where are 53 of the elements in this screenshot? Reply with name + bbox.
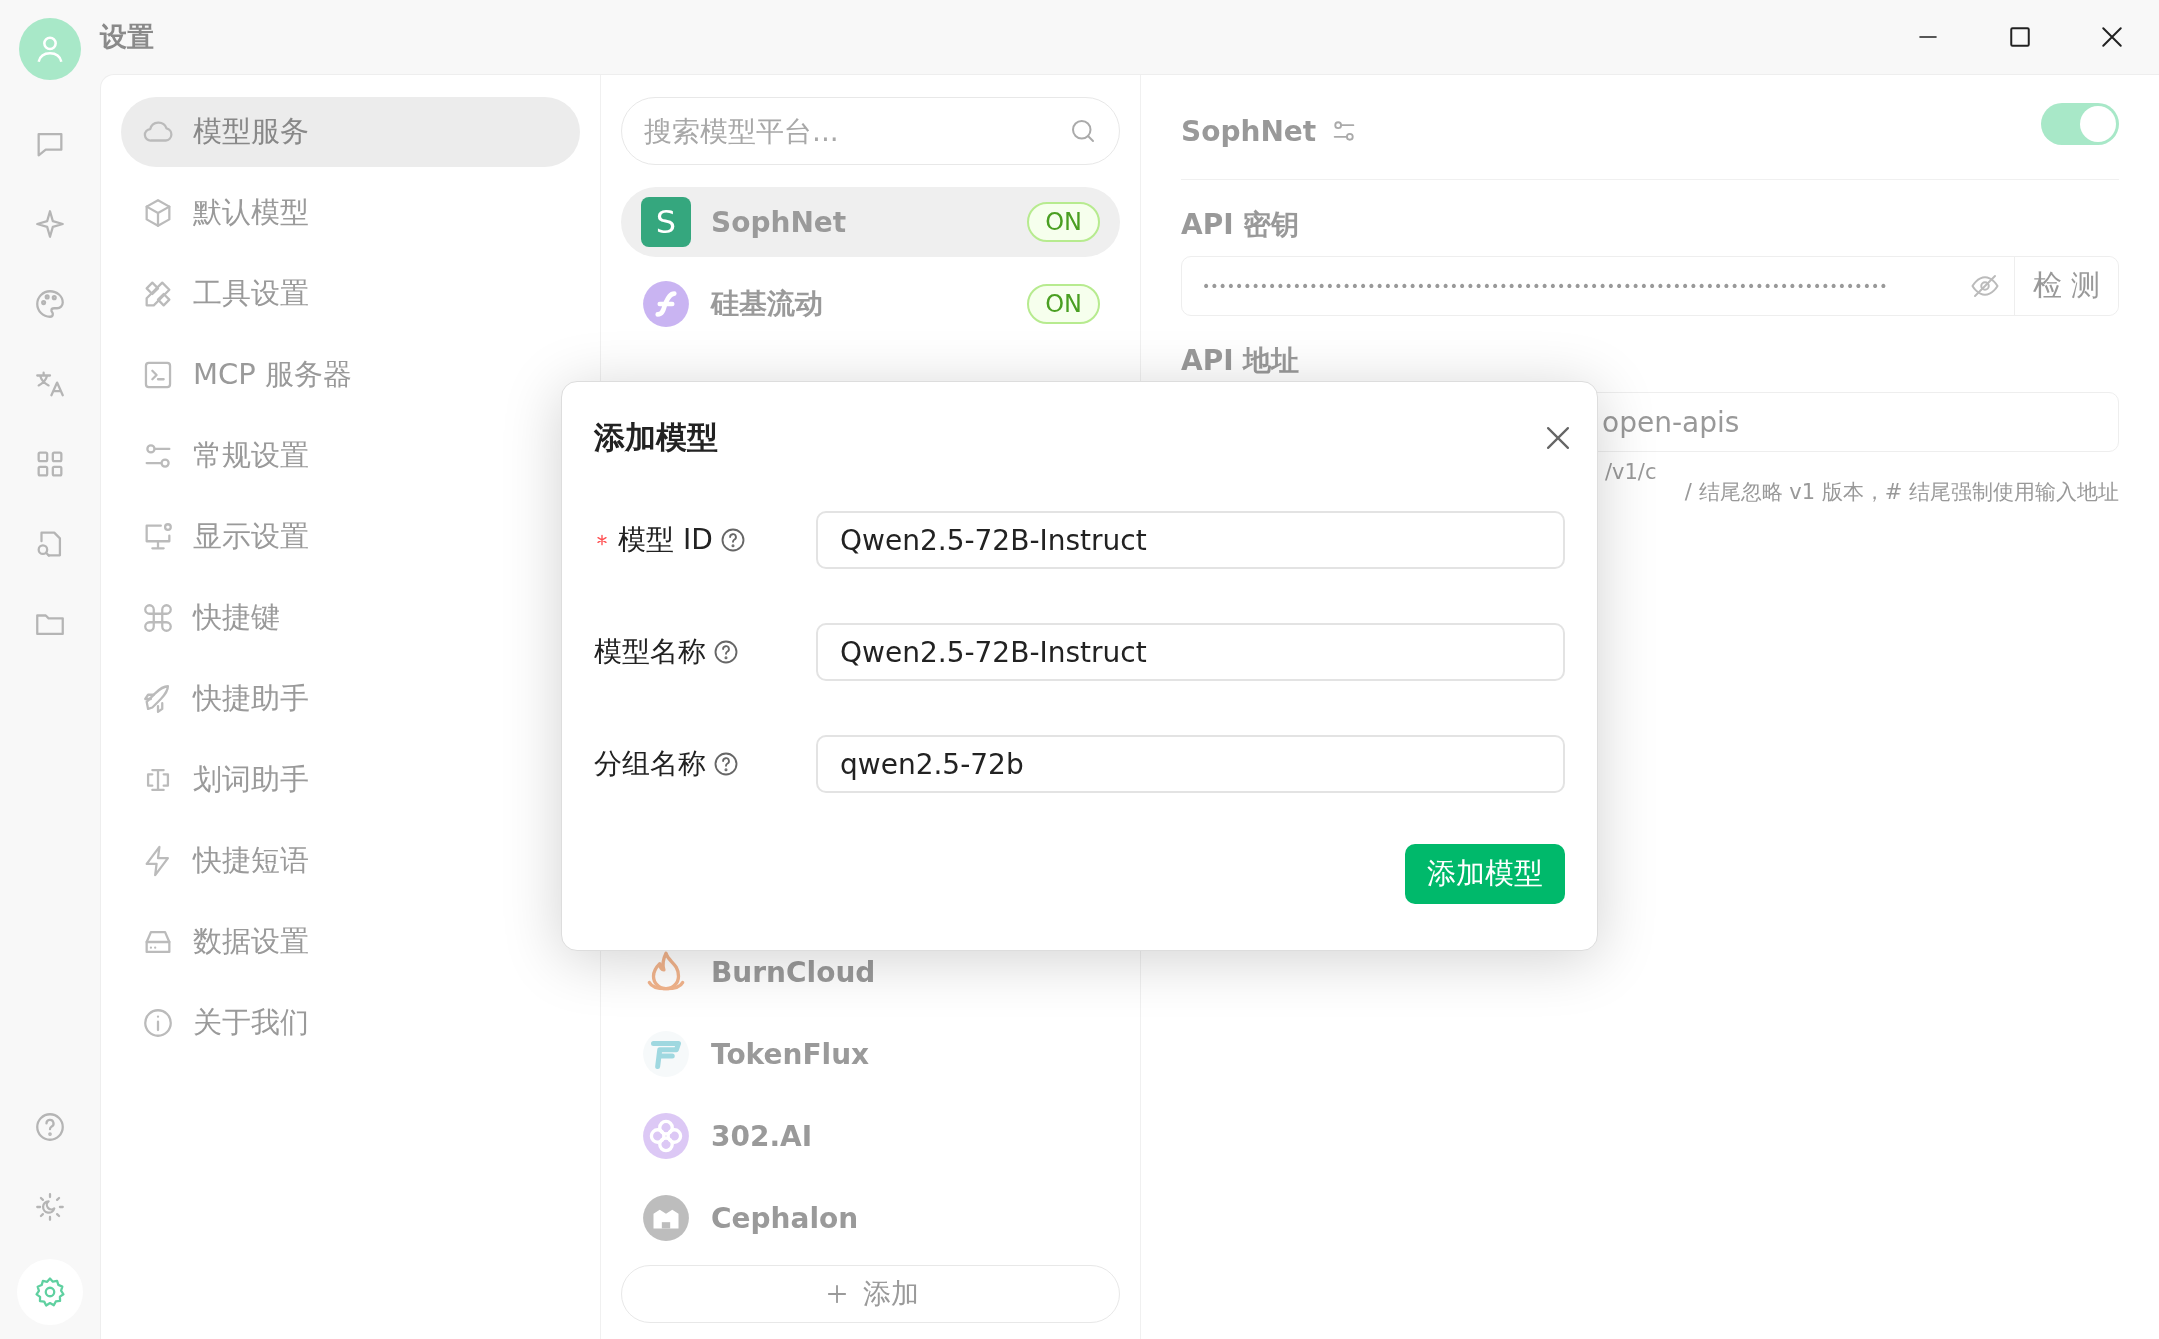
field-label: 模型 ID (618, 522, 713, 558)
status-badge: ON (1027, 202, 1100, 242)
settings-icon (33, 1275, 67, 1309)
provider-item[interactable]: Cephalon (621, 1183, 1120, 1253)
provider-item[interactable]: TokenFlux (621, 1019, 1120, 1089)
submit-button[interactable]: 添加模型 (1405, 844, 1565, 904)
api-key-field[interactable]: ••••••••••••••••••••••••••••••••••••••••••••••••••••••••••••••••••••••••••••••••••• 检 测 (1181, 256, 2119, 316)
sidebar-item[interactable]: 模型服务 (121, 97, 580, 167)
sidebar-item[interactable]: MCP 服务器 (121, 340, 580, 410)
cephalon-logo-icon (641, 1193, 691, 1243)
sidebar-item[interactable]: 快捷键 (121, 583, 580, 653)
status-badge: ON (1027, 284, 1100, 324)
enable-toggle[interactable] (2041, 103, 2119, 145)
provider-item[interactable]: 硅基流动 ON (621, 269, 1120, 339)
sidebar-item[interactable]: 快捷助手 (121, 664, 580, 734)
help-icon (33, 1110, 67, 1144)
provider-item[interactable]: BurnCloud (621, 937, 1120, 1007)
dialog-title: 添加模型 (594, 418, 718, 457)
input-field[interactable]: qwen2.5-72b (816, 735, 1565, 793)
flower-logo-icon (641, 1111, 691, 1161)
provider-logo: S (641, 197, 691, 247)
sidebar-item[interactable]: 关于我们 (121, 988, 580, 1058)
section-label: API 密钥 (1181, 207, 1300, 243)
add-button[interactable]: 添加 (621, 1265, 1120, 1323)
sidebar-item[interactable]: 快捷短语 (121, 826, 580, 896)
provider-name: SophNet (1181, 114, 1317, 148)
palette-icon (33, 287, 67, 321)
sidebar-item[interactable]: 工具设置 (121, 259, 580, 329)
sidebar-item[interactable]: 划词助手 (121, 745, 580, 815)
provider-item[interactable]: 302.AI (621, 1101, 1120, 1171)
command-icon (141, 601, 175, 635)
provider-item[interactable]: S SophNet ON (621, 187, 1120, 257)
sparkle-icon (33, 207, 67, 241)
tokenflux-logo-icon (641, 1029, 691, 1079)
info-icon (141, 1006, 175, 1040)
search-field[interactable]: 搜索模型平台... (621, 97, 1120, 165)
help-icon (712, 638, 740, 666)
asterisk-icon (594, 532, 610, 548)
hint-text: / 结尾忽略 v1 版本，# 结尾强制使用输入地址 (1684, 479, 2119, 506)
hint-text: /v1/c (1605, 460, 1657, 484)
field-label: 分组名称 (594, 746, 706, 782)
sun-moon-icon (33, 1190, 67, 1224)
sidebar-item[interactable]: 默认模型 (121, 178, 580, 248)
field-label: 模型名称 (594, 634, 706, 670)
swirl-logo-icon (641, 279, 691, 329)
sidebar-item[interactable]: 显示设置 (121, 502, 580, 572)
section-label: API 地址 (1181, 343, 1300, 379)
input-field[interactable]: Qwen2.5-72B-Instruct (816, 623, 1565, 681)
window-title: 设置 (100, 20, 154, 54)
sidebar-item[interactable]: 常规设置 (121, 421, 580, 491)
help-icon (712, 750, 740, 778)
sidebar-item[interactable]: 数据设置 (121, 907, 580, 977)
input-field[interactable]: Qwen2.5-72B-Instruct (816, 511, 1565, 569)
